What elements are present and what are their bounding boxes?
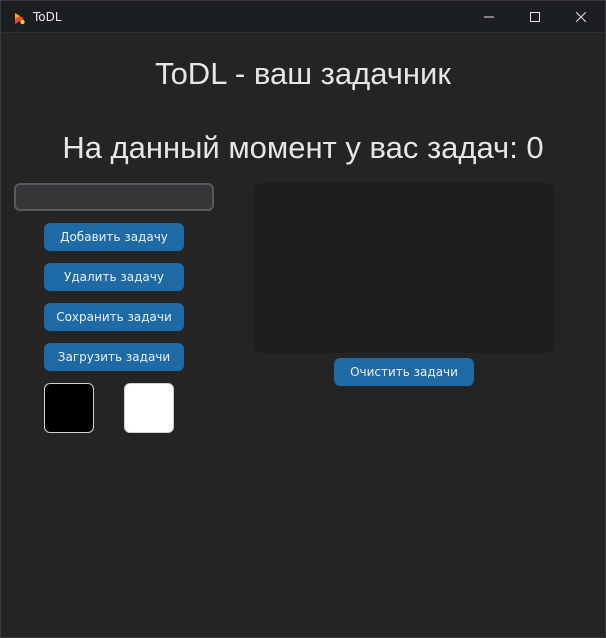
minimize-button[interactable] xyxy=(466,1,512,32)
window-title: ToDL xyxy=(33,10,62,24)
close-button[interactable] xyxy=(558,1,604,32)
dark-theme-swatch[interactable] xyxy=(44,383,94,433)
maximize-button[interactable] xyxy=(512,1,558,32)
task-count-label: На данный момент у вас задач: 0 xyxy=(62,130,544,165)
task-list-box[interactable] xyxy=(254,183,554,353)
delete-task-button[interactable]: Удалить задачу xyxy=(44,263,184,291)
minimize-icon xyxy=(484,12,494,22)
app-window: ToDL ToDL - ваш задачник На данный момен… xyxy=(0,0,606,638)
save-tasks-button[interactable]: Сохранить задачи xyxy=(44,303,184,331)
close-icon xyxy=(576,11,586,22)
title-bar[interactable]: ToDL xyxy=(1,1,605,33)
task-input[interactable] xyxy=(14,183,214,211)
page-title: ToDL - ваш задачник xyxy=(155,56,451,91)
load-tasks-button[interactable]: Загрузить задачи xyxy=(44,343,184,371)
clear-tasks-button[interactable]: Очистить задачи xyxy=(334,358,474,386)
todl-app-icon xyxy=(13,10,26,25)
add-task-button[interactable]: Добавить задачу xyxy=(44,223,184,251)
light-theme-swatch[interactable] xyxy=(124,383,174,433)
maximize-icon xyxy=(530,11,540,22)
